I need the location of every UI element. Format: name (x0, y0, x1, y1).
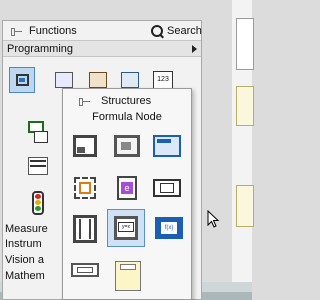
mouse-cursor-icon (207, 210, 220, 228)
local-variable-icon[interactable] (149, 171, 185, 207)
diagram-node (236, 18, 254, 70)
pin-icon[interactable] (79, 97, 91, 107)
diagram-node (236, 86, 254, 126)
while-loop-icon[interactable] (109, 129, 145, 165)
structures-palette-icon[interactable] (9, 67, 35, 93)
subpalette-title: Structures (101, 95, 152, 107)
subpalette-mathematics[interactable]: Mathem (5, 270, 69, 284)
search-label: Search (167, 25, 202, 37)
hovered-item-name: Formula Node (92, 111, 162, 123)
subpalette-vision[interactable]: Vision a (5, 254, 69, 268)
timed-structure-icon[interactable] (109, 257, 145, 293)
category-bar-programming[interactable]: Programming (3, 40, 201, 57)
comparison-palette-icon[interactable] (25, 155, 51, 181)
event-structure-icon[interactable]: e (109, 171, 145, 207)
palette-title: Functions (29, 25, 77, 37)
string-palette-icon[interactable] (25, 119, 51, 145)
palette-header: Functions Search (3, 21, 202, 41)
category-label: Programming (7, 43, 74, 55)
subpalette-instrument[interactable]: Instrum (5, 238, 69, 252)
search-button[interactable]: Search (149, 24, 202, 40)
timing-palette-icon[interactable] (25, 189, 51, 217)
case-structure-icon[interactable] (149, 129, 185, 165)
structures-subpalette: Structures Formula Node e y=x f(x) (62, 88, 192, 300)
pin-icon[interactable] (11, 27, 23, 37)
diagram-disable-icon[interactable] (67, 171, 103, 207)
subpalette-measurement[interactable]: Measure (5, 223, 69, 237)
flat-sequence-icon[interactable] (67, 129, 103, 165)
for-loop-icon[interactable] (67, 211, 103, 247)
expand-arrow-icon (192, 45, 197, 53)
global-variable-icon[interactable]: f(x) (151, 211, 187, 247)
formula-node-icon[interactable]: y=x (107, 209, 145, 247)
shared-variable-icon[interactable] (67, 257, 103, 293)
diagram-node (236, 185, 254, 227)
